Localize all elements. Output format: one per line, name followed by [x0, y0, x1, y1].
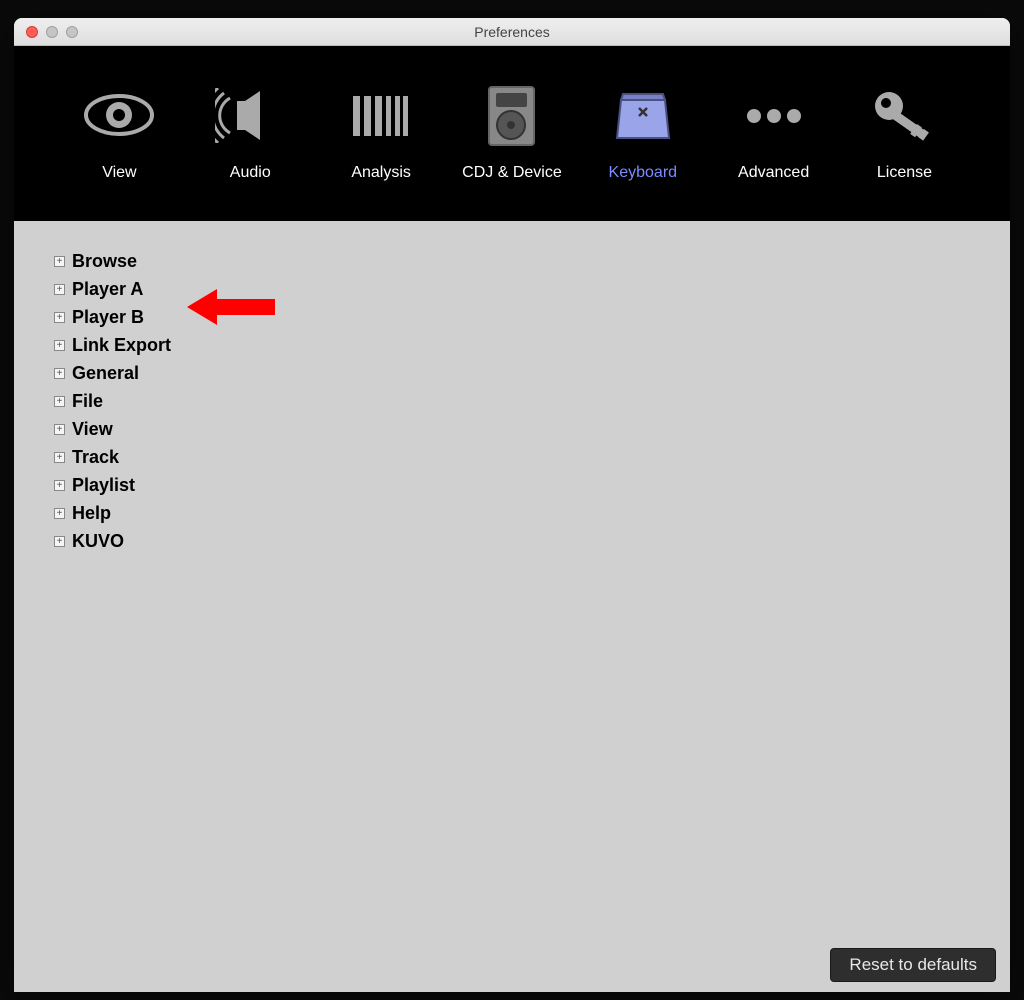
- tree-label: File: [72, 391, 103, 412]
- tab-view[interactable]: View: [64, 86, 174, 182]
- content-pane: + Browse + Player A + Player B + Link Ex…: [14, 221, 1010, 992]
- tree-item-link-export[interactable]: + Link Export: [54, 335, 970, 356]
- tree-item-kuvo[interactable]: + KUVO: [54, 531, 970, 552]
- tree-label: KUVO: [72, 531, 124, 552]
- device-icon: [484, 86, 539, 146]
- tree-label: View: [72, 419, 113, 440]
- expand-icon[interactable]: +: [54, 312, 65, 323]
- tree-item-player-b[interactable]: + Player B: [54, 307, 970, 328]
- expand-icon[interactable]: +: [54, 284, 65, 295]
- tree-label: Browse: [72, 251, 137, 272]
- tab-label: License: [877, 164, 932, 182]
- expand-icon[interactable]: +: [54, 368, 65, 379]
- expand-icon[interactable]: +: [54, 452, 65, 463]
- tree-label: Player A: [72, 279, 143, 300]
- reset-defaults-button[interactable]: Reset to defaults: [830, 948, 996, 982]
- tab-advanced[interactable]: Advanced: [719, 86, 829, 182]
- tab-cdj-device[interactable]: CDJ & Device: [457, 86, 567, 182]
- tree-item-track[interactable]: + Track: [54, 447, 970, 468]
- maximize-button[interactable]: [66, 26, 78, 38]
- tree-label: Track: [72, 447, 119, 468]
- tab-label: Keyboard: [609, 164, 678, 182]
- tree-label: General: [72, 363, 139, 384]
- expand-icon[interactable]: +: [54, 480, 65, 491]
- traffic-lights: [14, 26, 78, 38]
- tree-label: Playlist: [72, 475, 135, 496]
- titlebar[interactable]: Preferences: [14, 18, 1010, 46]
- tab-label: CDJ & Device: [462, 164, 562, 182]
- expand-icon[interactable]: +: [54, 340, 65, 351]
- preferences-toolbar: View Audio: [14, 46, 1010, 221]
- tab-label: View: [102, 164, 136, 182]
- bars-icon: [351, 86, 411, 146]
- expand-icon[interactable]: +: [54, 536, 65, 547]
- eye-icon: [84, 86, 154, 146]
- footer: Reset to defaults: [830, 948, 996, 982]
- tab-license[interactable]: License: [849, 86, 959, 182]
- tree-item-player-a[interactable]: + Player A: [54, 279, 970, 300]
- preferences-window: Preferences View: [14, 18, 1010, 992]
- keyboard-icon: [613, 86, 673, 146]
- expand-icon[interactable]: +: [54, 396, 65, 407]
- tree-item-file[interactable]: + File: [54, 391, 970, 412]
- tree-item-general[interactable]: + General: [54, 363, 970, 384]
- tree-item-help[interactable]: + Help: [54, 503, 970, 524]
- tab-label: Audio: [230, 164, 271, 182]
- tab-audio[interactable]: Audio: [195, 86, 305, 182]
- window-title: Preferences: [14, 24, 1010, 40]
- tree-item-playlist[interactable]: + Playlist: [54, 475, 970, 496]
- tree-item-view[interactable]: + View: [54, 419, 970, 440]
- tree-item-browse[interactable]: + Browse: [54, 251, 970, 272]
- tab-keyboard[interactable]: Keyboard: [588, 86, 698, 182]
- key-icon: [869, 86, 939, 146]
- expand-icon[interactable]: +: [54, 508, 65, 519]
- tab-label: Advanced: [738, 164, 809, 182]
- tab-label: Analysis: [351, 164, 411, 182]
- dots-icon: [744, 86, 804, 146]
- tree-label: Player B: [72, 307, 144, 328]
- minimize-button[interactable]: [46, 26, 58, 38]
- speaker-icon: [215, 86, 285, 146]
- expand-icon[interactable]: +: [54, 256, 65, 267]
- tab-analysis[interactable]: Analysis: [326, 86, 436, 182]
- tree-label: Link Export: [72, 335, 171, 356]
- close-button[interactable]: [26, 26, 38, 38]
- tree-label: Help: [72, 503, 111, 524]
- expand-icon[interactable]: +: [54, 424, 65, 435]
